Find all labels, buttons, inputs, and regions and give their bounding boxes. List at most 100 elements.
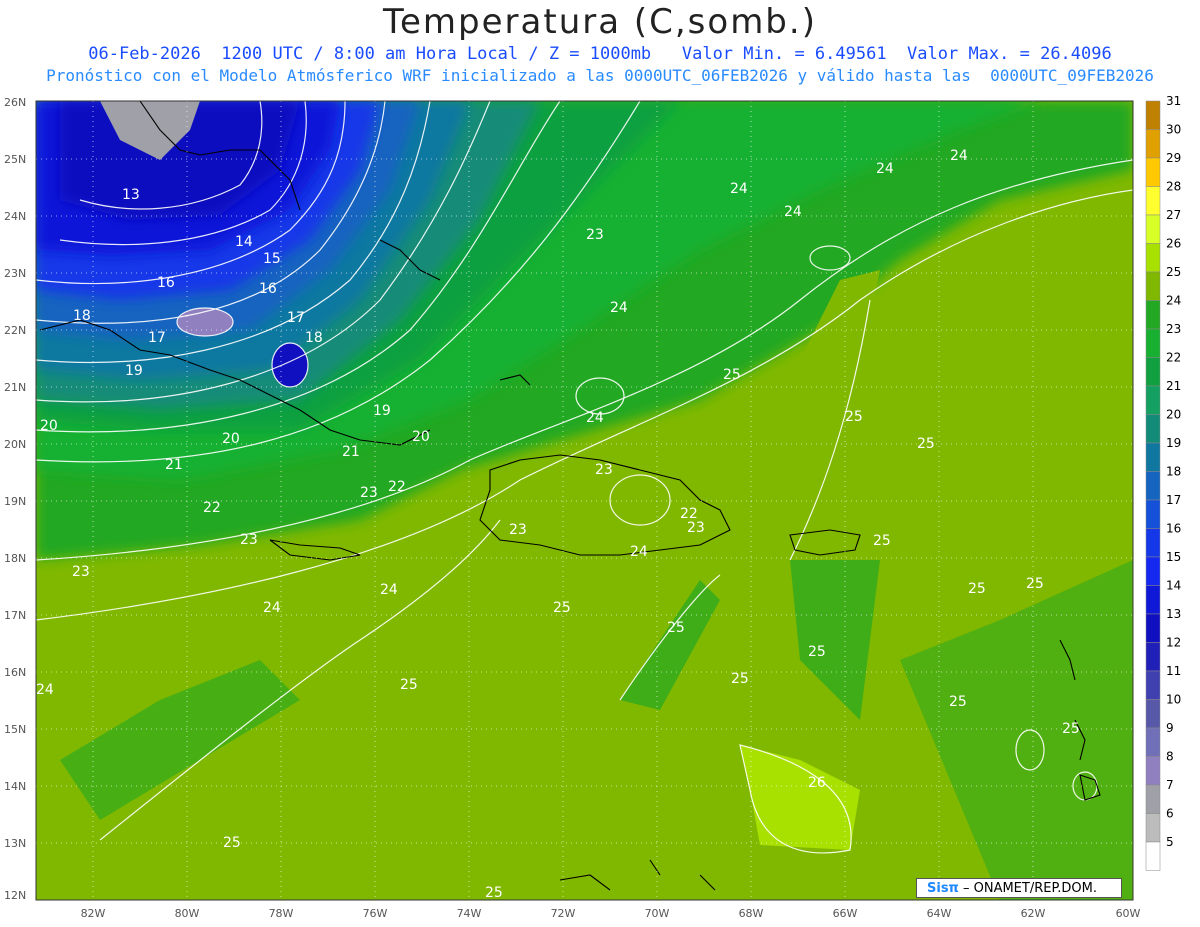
contour-label: 25	[731, 671, 749, 687]
lat-label: 15N	[4, 723, 26, 736]
legend-swatch	[1145, 271, 1161, 301]
contour-label: 20	[412, 429, 430, 445]
legend-label: 28	[1166, 180, 1181, 194]
lat-label: 18N	[4, 552, 26, 565]
legend-label: 27	[1166, 208, 1181, 222]
contour-label: 24	[784, 204, 802, 220]
legend-label: 6	[1166, 807, 1174, 821]
legend-swatch	[1145, 157, 1161, 187]
lon-label: 70W	[645, 907, 670, 920]
legend-label: 20	[1166, 408, 1181, 422]
contour-label: 16	[157, 275, 175, 291]
contour-label: 24	[263, 600, 281, 616]
contour-label: 13	[122, 187, 140, 203]
contour-label: 17	[287, 310, 305, 326]
contour-label: 25	[485, 885, 503, 901]
lon-label: 80W	[175, 907, 200, 920]
legend-label: 21	[1166, 379, 1181, 393]
lon-label: 74W	[457, 907, 482, 920]
legend-label: 30	[1166, 123, 1181, 137]
legend-swatch	[1145, 357, 1161, 387]
credit-box: Sisπ – ONAMET/REP.DOM.	[916, 878, 1122, 898]
lon-axis: 82W 80W 78W 76W 74W 72W 70W 68W 66W 64W …	[81, 907, 1141, 920]
contour-label: 23	[240, 532, 258, 548]
contour-label: 25	[873, 533, 891, 549]
lat-label: 23N	[4, 267, 26, 280]
contour-label: 20	[40, 418, 58, 434]
legend-label: 9	[1166, 721, 1174, 735]
contour-label: 25	[808, 644, 826, 660]
legend-swatch	[1145, 556, 1161, 586]
legend-label: 10	[1166, 693, 1181, 707]
legend-swatch	[1145, 243, 1161, 273]
legend-swatch	[1145, 442, 1161, 472]
contour-label: 25	[1026, 576, 1044, 592]
contour-label: 24	[36, 682, 54, 698]
contour-label: 24	[380, 582, 398, 598]
contour-label: 23	[360, 485, 378, 501]
contour-label: 21	[342, 444, 360, 460]
legend-label: 13	[1166, 607, 1181, 621]
temperature-map: 13 14 15 16 16 17 17 18 18 19 19 20 20 2…	[4, 94, 1181, 920]
legend-label: 25	[1166, 265, 1181, 279]
contour-label: 24	[586, 410, 604, 426]
lon-label: 72W	[551, 907, 576, 920]
legend-swatch	[1145, 699, 1161, 729]
contour-label: 24	[730, 181, 748, 197]
contour-label: 25	[723, 367, 741, 383]
lat-label: 14N	[4, 780, 26, 793]
legend-label: 16	[1166, 522, 1181, 536]
legend-label: 12	[1166, 636, 1181, 650]
legend-label: 8	[1166, 750, 1174, 764]
contour-label: 25	[1062, 721, 1080, 737]
legend-label: 26	[1166, 237, 1181, 251]
contour-label: 14	[235, 234, 253, 250]
contour-label: 23	[586, 227, 604, 243]
contour-label: 18	[305, 330, 323, 346]
legend-swatch	[1145, 499, 1161, 529]
lat-label: 20N	[4, 438, 26, 451]
lon-label: 68W	[739, 907, 764, 920]
lat-label: 21N	[4, 381, 26, 394]
legend-swatch	[1145, 784, 1161, 814]
legend-swatch	[1145, 300, 1161, 330]
lon-label: 66W	[833, 907, 858, 920]
legend-swatch	[1145, 186, 1161, 216]
contour-label: 16	[259, 281, 277, 297]
legend-label: 18	[1166, 465, 1181, 479]
contour-label: 25	[917, 436, 935, 452]
legend-swatch	[1145, 727, 1161, 757]
contour-label: 25	[553, 600, 571, 616]
legend-swatch	[1145, 642, 1161, 672]
legend-label: 11	[1166, 664, 1181, 678]
legend-label: 15	[1166, 550, 1181, 564]
lat-label: 17N	[4, 609, 26, 622]
lon-label: 82W	[81, 907, 106, 920]
legend-swatch	[1145, 756, 1161, 786]
contour-label: 22	[388, 479, 406, 495]
contour-label: 19	[125, 363, 143, 379]
contour-label: 25	[968, 581, 986, 597]
contour-label: 25	[845, 409, 863, 425]
legend-swatch	[1145, 471, 1161, 501]
lat-label: 25N	[4, 153, 26, 166]
contour-label: 21	[165, 457, 183, 473]
legend-label: 29	[1166, 151, 1181, 165]
legend-swatch	[1145, 328, 1161, 358]
legend-label: 5	[1166, 835, 1174, 849]
legend-swatch	[1145, 585, 1161, 615]
lon-label: 62W	[1021, 907, 1046, 920]
contour-label: 25	[667, 620, 685, 636]
legend-label: 7	[1166, 778, 1174, 792]
legend-swatch	[1145, 214, 1161, 244]
contour-label: 25	[400, 677, 418, 693]
legend-swatch	[1145, 129, 1161, 159]
legend-swatch	[1145, 528, 1161, 558]
lat-label: 19N	[4, 495, 26, 508]
legend-label: 24	[1166, 294, 1181, 308]
contour-label: 15	[263, 251, 281, 267]
legend-label: 31	[1166, 94, 1181, 108]
contour-label: 26	[808, 775, 826, 791]
legend-label: 23	[1166, 322, 1181, 336]
lat-axis: 26N 25N 24N 23N 22N 21N 20N 19N 18N 17N …	[4, 96, 26, 902]
